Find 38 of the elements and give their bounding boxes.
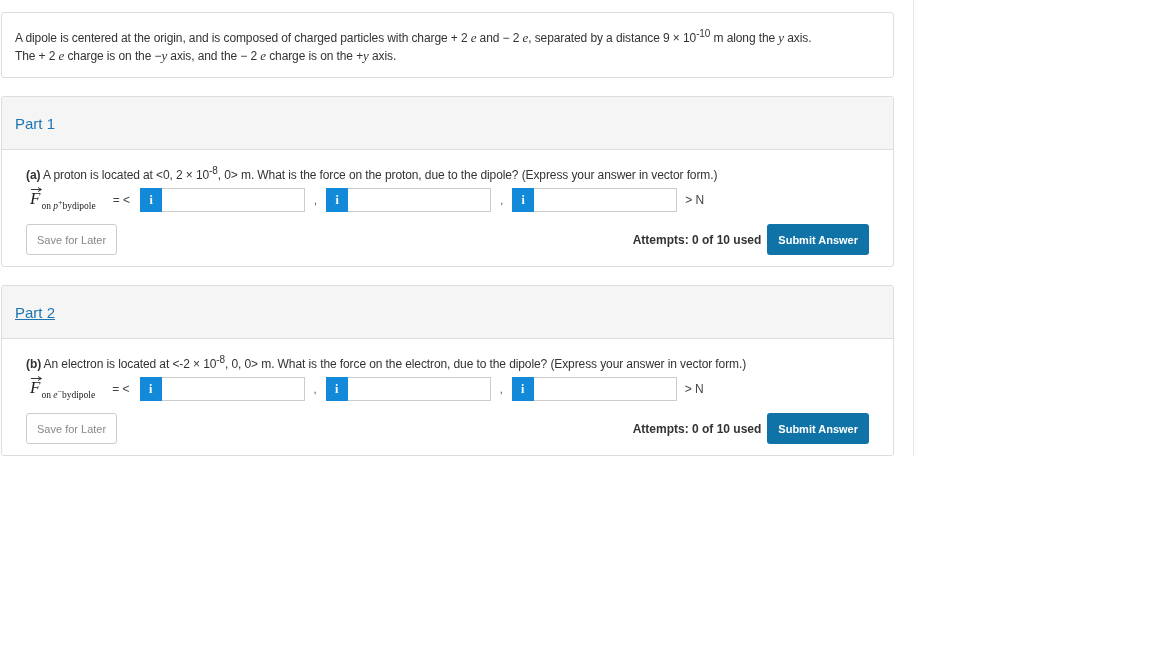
vector-arrow-icon [31, 376, 42, 381]
answer-field[interactable] [161, 377, 305, 401]
info-button[interactable]: i [140, 188, 163, 212]
save-button[interactable]: Save for Later [26, 224, 118, 255]
answer-field[interactable] [348, 188, 492, 212]
answer-field[interactable] [162, 188, 306, 212]
question-text: (a) A proton is located at <0, 2 × 10$^{-8}$, 0> m. What is the force on the proton, due to the dipole? (Express your answer in vector form.) [26, 164, 719, 184]
info-button[interactable]: i [326, 188, 349, 212]
unit-text: > N [685, 192, 705, 209]
info-button[interactable]: i [512, 188, 535, 212]
separator-text: , [499, 193, 505, 208]
vector-arrow-icon [31, 187, 42, 192]
vector-symbol: F [30, 190, 41, 207]
operator-text: = < [112, 381, 130, 398]
submit-button[interactable]: Submit Answer [767, 224, 869, 255]
vector-symbol: F [30, 379, 41, 396]
submit-button[interactable]: Submit Answer [767, 413, 869, 444]
problem-text: A dipole is centered at the origin, and is composed of charged particles with charge + 2 e and − 2 e, separated by a distance 9 × 10$^{-10}$ m along the y axis. [15, 27, 813, 47]
answer-field[interactable] [347, 377, 491, 401]
unit-text: > N [684, 381, 704, 398]
separator-text: , [498, 382, 504, 397]
problem-text: The + 2 e charge is on the −y axis, and the − 2 e charge is on the +y axis. [15, 47, 398, 65]
info-button[interactable]: i [139, 377, 162, 401]
info-button[interactable]: i [325, 377, 348, 401]
separator-text: , [312, 382, 318, 397]
info-button[interactable]: i [511, 377, 534, 401]
save-button[interactable]: Save for Later [26, 413, 118, 444]
separator-text: , [313, 193, 319, 208]
attempts-text: Attempts: 0 of 10 used [632, 421, 762, 436]
question-text: (b) An electron is located at <-2 × 10$^{-8}$, 0, 0> m. What is the force on the electron, due to the dipole? (Express your answer in vector form.) [26, 353, 748, 373]
subscript-text: on e$^{−}$bydipole [41, 386, 96, 400]
part-link[interactable]: Part 2 [15, 303, 56, 321]
subscript-text: on p$^{+}$bydipole [41, 197, 96, 211]
answer-field[interactable] [533, 377, 677, 401]
answer-field[interactable] [534, 188, 678, 212]
operator-text: = < [112, 192, 131, 209]
attempts-text: Attempts: 0 of 10 used [632, 232, 762, 247]
part-link[interactable]: Part 1 [15, 114, 56, 132]
